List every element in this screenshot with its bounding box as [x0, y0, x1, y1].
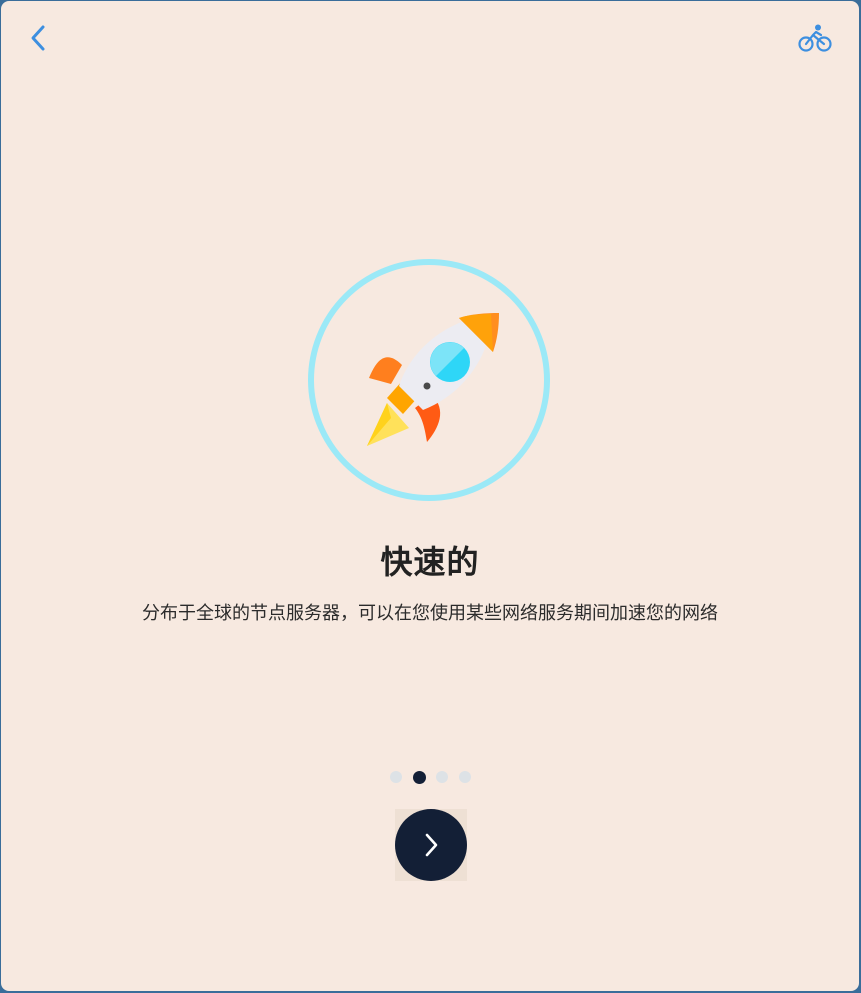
- next-button-container: [395, 809, 467, 881]
- pagination-dot-active[interactable]: [412, 770, 426, 784]
- bicycle-icon: [798, 24, 832, 52]
- onboarding-window: 快速的 分布于全球的节点服务器，可以在您使用某些网络服务期间加速您的网络: [1, 1, 859, 991]
- chevron-left-icon: [31, 25, 45, 51]
- rocket-illustration: [307, 258, 551, 502]
- pagination-dot[interactable]: [458, 771, 471, 783]
- bicycle-button[interactable]: [797, 22, 833, 54]
- next-button[interactable]: [395, 809, 467, 881]
- chevron-right-icon: [425, 833, 438, 857]
- back-button[interactable]: [23, 23, 53, 53]
- pagination-dot[interactable]: [436, 771, 448, 783]
- pagination-dot[interactable]: [390, 771, 402, 783]
- slide-description: 分布于全球的节点服务器，可以在您使用某些网络服务期间加速您的网络: [142, 603, 718, 624]
- slide-title: 快速的: [380, 543, 480, 581]
- rocket-icon: [367, 313, 499, 446]
- pagination-dots: [390, 770, 481, 784]
